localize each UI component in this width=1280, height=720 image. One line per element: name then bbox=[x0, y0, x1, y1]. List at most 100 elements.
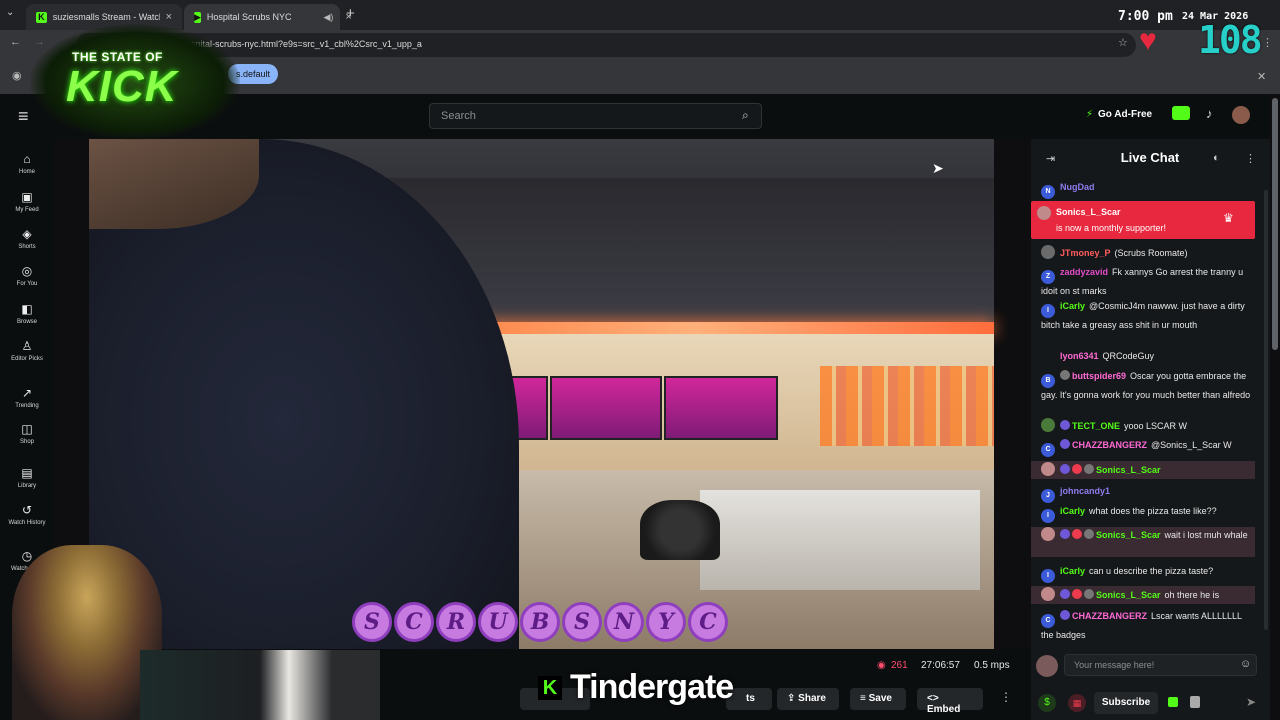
avatar[interactable]: Z bbox=[1041, 270, 1055, 284]
avatar[interactable]: B bbox=[1041, 374, 1055, 388]
chat-username[interactable]: zaddyzavid bbox=[1060, 267, 1108, 277]
chat-username[interactable]: buttspider69 bbox=[1072, 371, 1126, 381]
subscribe-button[interactable]: Subscribe bbox=[1094, 692, 1158, 714]
hamburger-menu-icon[interactable]: ≡ bbox=[18, 106, 29, 127]
collapse-chat-icon[interactable]: ⇥ bbox=[1046, 152, 1055, 165]
chat-username[interactable]: johncandy1 bbox=[1060, 486, 1110, 496]
tab-hospital-scrubs[interactable]: ▶ Hospital Scrubs NYC ◀) × bbox=[184, 4, 352, 30]
url-bar[interactable]: ospital-scrubs-nyc.html?e9s=src_v1_cbl%2… bbox=[76, 33, 1136, 57]
chat-username[interactable]: CHAZZBANGERZ bbox=[1072, 611, 1147, 621]
go-ad-free-button[interactable]: Go Ad-Free bbox=[1098, 109, 1152, 120]
avatar[interactable]: I bbox=[1041, 304, 1055, 318]
tip-dollar-button[interactable]: $ bbox=[1038, 694, 1056, 712]
chat-username[interactable]: Sonics_L_Scar bbox=[1096, 530, 1161, 540]
kicks-icon[interactable] bbox=[1168, 697, 1178, 707]
search-icon[interactable]: ⌕ bbox=[742, 108, 749, 123]
chat-mode-icon[interactable]: ◐ bbox=[1213, 152, 1220, 164]
chat-username[interactable]: iCarly bbox=[1060, 301, 1085, 311]
chat-message-input[interactable]: Your message here! bbox=[1064, 654, 1257, 676]
tab-search-chevron-icon[interactable]: ⌄ bbox=[6, 7, 14, 18]
forward-button[interactable]: → bbox=[34, 36, 45, 48]
user-avatar[interactable] bbox=[1232, 106, 1250, 124]
nav-item-my-feed[interactable]: ▣ My Feed bbox=[0, 190, 54, 213]
chat-username[interactable]: iCarly bbox=[1060, 566, 1085, 576]
chat-message: N NugDad bbox=[1041, 180, 1255, 199]
avatar[interactable]: J bbox=[1041, 489, 1055, 503]
viewers-icon: ◉ bbox=[877, 660, 886, 671]
avatar[interactable] bbox=[1041, 587, 1055, 601]
avatar[interactable] bbox=[1041, 348, 1055, 362]
nav-label: Shorts bbox=[18, 244, 36, 250]
share-button[interactable]: ⇪ Share bbox=[777, 688, 839, 710]
gifter-badge-icon[interactable] bbox=[1084, 589, 1094, 599]
nav-item-shop[interactable]: ◫ Shop bbox=[0, 422, 54, 445]
embed-label: Embed bbox=[927, 704, 961, 715]
avatar[interactable]: I bbox=[1041, 509, 1055, 523]
close-banner-button[interactable]: ✕ bbox=[1257, 70, 1266, 83]
overlay-clock: 7:00 pm bbox=[1118, 9, 1173, 24]
nav-item-editor-picks[interactable]: ♙ Editor Picks bbox=[0, 339, 54, 362]
close-tab-icon[interactable]: × bbox=[166, 11, 172, 23]
verified-badge-icon[interactable] bbox=[1060, 610, 1070, 620]
avatar[interactable]: C bbox=[1041, 614, 1055, 628]
verified-badge-icon[interactable] bbox=[1060, 439, 1070, 449]
supporter-username[interactable]: Sonics_L_Scar bbox=[1056, 207, 1121, 217]
emote-icon[interactable] bbox=[1190, 696, 1200, 708]
send-icon[interactable]: ➤ bbox=[1246, 695, 1256, 709]
nav-label: Shop bbox=[19, 439, 34, 445]
more-options-icon[interactable]: ⋮ bbox=[1000, 690, 1012, 704]
gifter-badge-icon[interactable] bbox=[1084, 464, 1094, 474]
nav-item-browse[interactable]: ◧ Browse bbox=[0, 302, 54, 325]
nav-item-home[interactable]: ⌂ Home bbox=[0, 152, 54, 175]
bell-icon[interactable]: ♪ bbox=[1206, 106, 1213, 121]
emoji-icon[interactable]: ☺ bbox=[1240, 658, 1251, 670]
chat-username[interactable]: Sonics_L_Scar bbox=[1096, 465, 1161, 475]
chat-message: JTmoney_P (Scrubs Roomate) bbox=[1041, 245, 1255, 261]
search-input[interactable]: Search bbox=[429, 103, 762, 129]
verified-badge-icon[interactable] bbox=[1060, 464, 1070, 474]
nav-item-shorts[interactable]: ◈ Shorts bbox=[0, 227, 54, 250]
embed-button[interactable]: <> Embed bbox=[917, 688, 983, 715]
verified-badge-icon[interactable] bbox=[1060, 420, 1070, 430]
gifter-badge-icon[interactable] bbox=[1060, 370, 1070, 380]
avatar[interactable] bbox=[1041, 418, 1055, 432]
nav-item-for-you[interactable]: ◎ For You bbox=[0, 264, 54, 287]
gifter-badge-icon[interactable] bbox=[1084, 529, 1094, 539]
chat-username[interactable]: Sonics_L_Scar bbox=[1096, 590, 1161, 600]
subscriber-badge-icon[interactable] bbox=[1072, 529, 1082, 539]
nav-item-watch-history[interactable]: ↺ Watch History bbox=[0, 503, 54, 526]
go-live-camera-icon[interactable] bbox=[1172, 106, 1190, 120]
browser-menu-icon[interactable]: ⋮ bbox=[1262, 36, 1273, 49]
nav-item-library[interactable]: ▤ Library bbox=[0, 466, 54, 489]
verified-badge-icon[interactable] bbox=[1060, 529, 1070, 539]
back-button[interactable]: ← bbox=[10, 36, 21, 48]
save-button[interactable]: ≡ Save bbox=[850, 688, 906, 710]
avatar[interactable] bbox=[1041, 245, 1055, 259]
avatar[interactable]: C bbox=[1041, 443, 1055, 457]
subscriber-badge-icon[interactable] bbox=[1072, 464, 1082, 474]
page-scrollbar[interactable] bbox=[1272, 98, 1278, 350]
chat-username[interactable]: NugDad bbox=[1060, 182, 1095, 192]
bookmark-star-icon[interactable]: ☆ bbox=[1118, 36, 1128, 49]
chat-scrollbar[interactable] bbox=[1264, 190, 1268, 630]
chat-username[interactable]: CHAZZBANGERZ bbox=[1072, 440, 1147, 450]
nav-item-trending[interactable]: ↗ Trending bbox=[0, 386, 54, 409]
chat-username[interactable]: JTmoney_P bbox=[1060, 248, 1111, 258]
gift-icon[interactable]: ▦ bbox=[1068, 694, 1086, 712]
new-tab-button[interactable]: + bbox=[346, 5, 355, 22]
avatar[interactable] bbox=[1041, 462, 1055, 476]
chat-username[interactable]: TECT_ONE bbox=[1072, 421, 1120, 431]
verified-badge-icon[interactable] bbox=[1060, 589, 1070, 599]
chat-username[interactable]: lyon6341 bbox=[1060, 351, 1099, 361]
avatar[interactable]: N bbox=[1041, 185, 1055, 199]
avatar[interactable] bbox=[1041, 527, 1055, 541]
audio-playing-icon[interactable]: ◀) bbox=[323, 12, 333, 23]
chat-username[interactable]: iCarly bbox=[1060, 506, 1085, 516]
subscriber-badge-icon[interactable] bbox=[1072, 589, 1082, 599]
avatar[interactable]: I bbox=[1041, 569, 1055, 583]
chat-text: what does the pizza taste like?? bbox=[1089, 506, 1217, 516]
embed-icon: <> bbox=[927, 693, 939, 704]
chat-options-icon[interactable]: ⋮ bbox=[1245, 152, 1256, 165]
library-icon: ▤ bbox=[21, 466, 33, 480]
chat-message: Sonics_L_Scar oh there he is bbox=[1041, 587, 1255, 603]
